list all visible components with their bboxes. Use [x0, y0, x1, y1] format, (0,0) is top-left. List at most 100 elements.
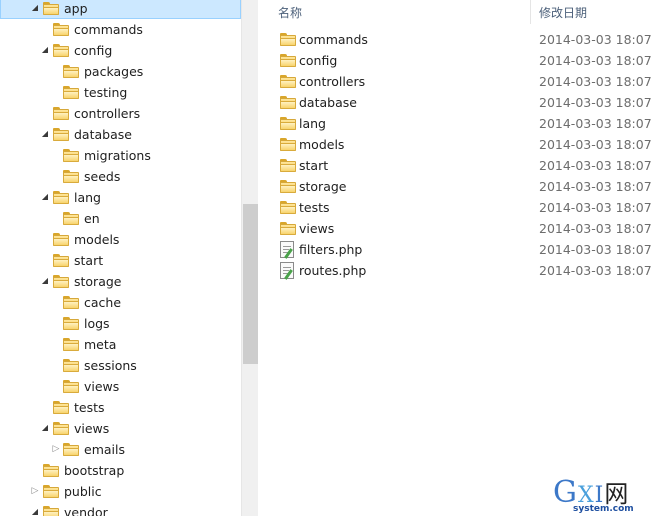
folder-icon: [63, 380, 79, 393]
tree-item-seeds[interactable]: seeds: [0, 166, 241, 187]
file-row[interactable]: routes.php 2014-03-03 18:07: [258, 260, 654, 281]
expanded-arrow-icon[interactable]: ◢: [40, 129, 50, 139]
file-row[interactable]: storage 2014-03-03 18:07: [258, 176, 654, 197]
tree-item-config[interactable]: ◢ config: [0, 40, 241, 61]
file-list: ⌃ 名称 修改日期 commands 2014-03-03 18:07 config…: [258, 0, 654, 516]
tree-item-label: commands: [74, 22, 143, 37]
file-row[interactable]: commands 2014-03-03 18:07: [258, 29, 654, 50]
folder-icon: [53, 275, 69, 288]
tree-item-lang[interactable]: ◢ lang: [0, 187, 241, 208]
tree-item-label: cache: [84, 295, 122, 310]
file-row[interactable]: filters.php 2014-03-03 18:07: [258, 239, 654, 260]
tree-item-sessions[interactable]: sessions: [0, 355, 241, 376]
tree-item-label: bootstrap: [64, 463, 125, 478]
php-file-icon: [280, 241, 294, 259]
tree-scrollbar-thumb[interactable]: [243, 204, 258, 364]
file-name: controllers: [299, 74, 366, 89]
file-row[interactable]: start 2014-03-03 18:07: [258, 155, 654, 176]
tree-item-label: meta: [84, 337, 117, 352]
file-row[interactable]: config 2014-03-03 18:07: [258, 50, 654, 71]
tree-item-label: views: [84, 379, 120, 394]
tree-item-bootstrap[interactable]: bootstrap: [0, 460, 241, 481]
tree-item-views[interactable]: views: [0, 376, 241, 397]
file-row[interactable]: controllers 2014-03-03 18:07: [258, 71, 654, 92]
folder-icon: [280, 159, 296, 172]
tree-item-label: public: [64, 484, 102, 499]
file-name: models: [299, 137, 345, 152]
file-modified-date: 2014-03-03 18:07: [539, 242, 652, 257]
tree-item-meta[interactable]: meta: [0, 334, 241, 355]
column-header-name[interactable]: 名称: [278, 4, 302, 21]
file-modified-date: 2014-03-03 18:07: [539, 179, 652, 194]
tree-item-storage[interactable]: ◢ storage: [0, 271, 241, 292]
tree-item-database[interactable]: ◢ database: [0, 124, 241, 145]
file-name: config: [299, 53, 338, 68]
tree-item-controllers[interactable]: controllers: [0, 103, 241, 124]
tree-item-label: start: [74, 253, 104, 268]
tree-item-label: testing: [84, 85, 128, 100]
tree-scrollbar[interactable]: [241, 0, 258, 516]
tree-item-emails[interactable]: ▷ emails: [0, 439, 241, 460]
tree-item-label: packages: [84, 64, 144, 79]
column-header-date[interactable]: 修改日期: [539, 4, 587, 21]
tree-item-label: emails: [84, 442, 125, 457]
folder-icon: [280, 201, 296, 214]
file-row[interactable]: tests 2014-03-03 18:07: [258, 197, 654, 218]
tree-item-label: models: [74, 232, 120, 247]
tree-item-migrations[interactable]: migrations: [0, 145, 241, 166]
file-row[interactable]: lang 2014-03-03 18:07: [258, 113, 654, 134]
tree-item-app[interactable]: ◢ app: [0, 0, 241, 19]
collapsed-arrow-icon[interactable]: ▷: [51, 444, 61, 454]
file-name: filters.php: [299, 242, 363, 257]
folder-icon: [53, 44, 69, 57]
folder-icon: [280, 117, 296, 130]
expanded-arrow-icon[interactable]: ◢: [40, 423, 50, 433]
tree-item-models[interactable]: models: [0, 229, 241, 250]
file-row[interactable]: database 2014-03-03 18:07: [258, 92, 654, 113]
folder-icon: [53, 128, 69, 141]
folder-icon: [53, 23, 69, 36]
expanded-arrow-icon[interactable]: ◢: [40, 45, 50, 55]
file-name: views: [299, 221, 335, 236]
file-name: lang: [299, 116, 326, 131]
folder-icon: [53, 254, 69, 267]
folder-icon: [63, 170, 79, 183]
folder-icon: [63, 149, 79, 162]
folder-tree[interactable]: ◢ app commands ◢ config packages testing contro…: [0, 0, 241, 516]
tree-item-commands[interactable]: commands: [0, 19, 241, 40]
tree-item-en[interactable]: en: [0, 208, 241, 229]
tree-item-cache[interactable]: cache: [0, 292, 241, 313]
watermark-domain: system.com: [573, 504, 634, 514]
expanded-arrow-icon[interactable]: ◢: [30, 507, 40, 516]
tree-item-tests[interactable]: tests: [0, 397, 241, 418]
column-divider[interactable]: [530, 0, 531, 24]
expanded-arrow-icon[interactable]: ◢: [40, 276, 50, 286]
tree-item-label: storage: [74, 274, 122, 289]
tree-item-public[interactable]: ▷ public: [0, 481, 241, 502]
tree-item-packages[interactable]: packages: [0, 61, 241, 82]
folder-icon: [280, 222, 296, 235]
watermark-logo: GXI网 system.com: [553, 474, 653, 516]
folder-icon: [280, 138, 296, 151]
tree-item-start[interactable]: start: [0, 250, 241, 271]
folder-icon: [53, 422, 69, 435]
folder-icon: [43, 506, 59, 516]
file-name: tests: [299, 200, 330, 215]
tree-item-label: controllers: [74, 106, 141, 121]
file-row[interactable]: models 2014-03-03 18:07: [258, 134, 654, 155]
folder-icon: [43, 464, 59, 477]
tree-item-logs[interactable]: logs: [0, 313, 241, 334]
tree-item-testing[interactable]: testing: [0, 82, 241, 103]
folder-icon: [63, 296, 79, 309]
file-row[interactable]: views 2014-03-03 18:07: [258, 218, 654, 239]
file-modified-date: 2014-03-03 18:07: [539, 221, 652, 236]
folder-icon: [63, 359, 79, 372]
file-modified-date: 2014-03-03 18:07: [539, 263, 652, 278]
tree-item-views[interactable]: ◢ views: [0, 418, 241, 439]
tree-item-vendor[interactable]: ◢ vendor: [0, 502, 241, 516]
folder-icon: [53, 401, 69, 414]
tree-item-label: app: [64, 1, 88, 16]
expanded-arrow-icon[interactable]: ◢: [30, 3, 40, 13]
collapsed-arrow-icon[interactable]: ▷: [30, 486, 40, 496]
expanded-arrow-icon[interactable]: ◢: [40, 192, 50, 202]
